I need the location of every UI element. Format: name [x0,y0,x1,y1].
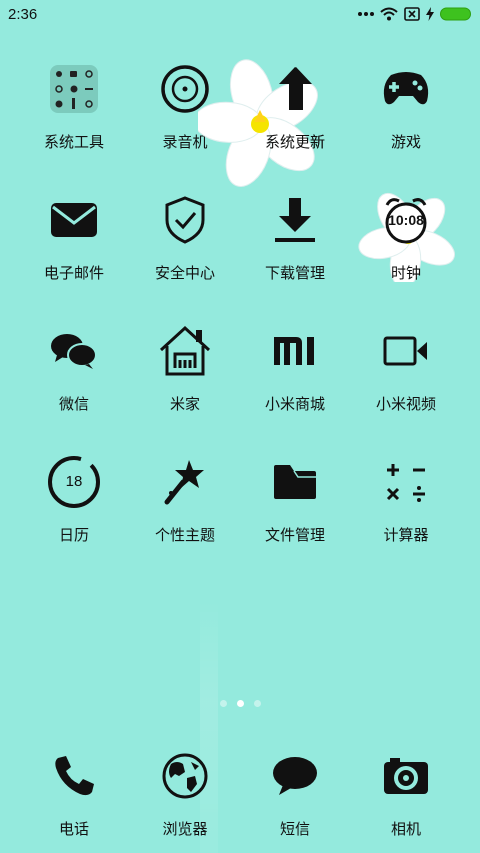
wechat-icon [46,323,102,379]
status-bar: 2:36 [0,0,480,28]
app-label: 电话 [58,820,89,838]
gamepad-icon [378,61,434,117]
app-label: 小米视频 [375,395,436,413]
security-shield-icon [157,192,213,248]
more-dots-icon [358,11,374,17]
message-bubble-icon [267,748,323,804]
app-mijia[interactable]: 米家 [130,317,240,437]
recorder-icon [157,61,213,117]
clock-icon-overlay: 10:08 [378,192,434,248]
app-label-overlay: 时钟 [390,264,421,282]
app-label: 短信 [279,820,310,838]
email-icon [46,192,102,248]
app-label: 下载管理 [264,264,325,282]
sim-none-icon [404,7,420,21]
status-icons [358,7,472,21]
calendar-icon: 18 [46,454,102,510]
app-mi-store[interactable]: 小米商城 [240,317,350,437]
download-icon [267,192,323,248]
app-label: 计算器 [383,526,429,544]
app-label: 小米商城 [264,395,325,413]
app-themes[interactable]: 个性主题 [130,448,240,568]
app-wechat[interactable]: 微信 [19,317,129,437]
dock-messages[interactable]: 短信 [240,742,350,853]
app-label: 个性主题 [154,526,215,544]
app-label: 浏览器 [162,820,208,838]
app-calculator[interactable]: 计算器 [351,448,461,568]
app-mi-video[interactable]: 小米视频 [351,317,461,437]
page-dot-active[interactable] [236,700,244,707]
globe-icon [157,748,213,804]
themes-icon [157,454,213,510]
app-label: 安全中心 [154,264,215,282]
app-label: 游戏 [390,133,421,151]
calendar-day-text: 18 [65,473,83,490]
mi-store-icon [267,323,323,379]
mijia-home-icon [157,323,213,379]
app-label: 系统工具 [43,133,104,151]
app-label-overlay: 系统更新 [264,133,325,151]
system-update-icon-overlay [268,61,324,117]
page-dot[interactable] [219,700,227,707]
charging-icon [426,7,434,21]
calculator-icon [378,454,434,510]
video-camera-icon [378,323,434,379]
app-file-manager[interactable]: 文件管理 [240,448,350,568]
folder-icon [267,454,323,510]
battery-icon [440,7,472,21]
dock-phone[interactable]: 电话 [19,742,129,853]
phone-icon [46,748,102,804]
dock-browser[interactable]: 浏览器 [130,742,240,853]
dock-camera[interactable]: 相机 [351,742,461,853]
camera-icon [378,748,434,804]
app-label: 相机 [390,820,421,838]
system-tools-folder-icon [46,61,102,117]
app-label: 录音机 [162,133,208,151]
app-label: 微信 [58,395,89,413]
app-recorder[interactable]: 录音机 [130,55,240,175]
app-label: 日历 [58,526,89,544]
app-email[interactable]: 电子邮件 [19,186,129,306]
wifi-icon [380,7,398,21]
app-label: 文件管理 [264,526,325,544]
app-download[interactable]: 下载管理 [240,186,350,306]
clock-time-text-overlay: 10:08 [388,212,424,228]
app-system-tools[interactable]: 系统工具 [19,55,129,175]
app-label: 电子邮件 [43,264,104,282]
app-security[interactable]: 安全中心 [130,186,240,306]
app-label: 米家 [169,395,200,413]
app-games[interactable]: 游戏 [351,55,461,175]
page-indicator[interactable] [0,700,480,712]
status-time: 2:36 [8,5,38,23]
page-dot[interactable] [253,700,261,707]
app-calendar[interactable]: 18 日历 [19,448,129,568]
